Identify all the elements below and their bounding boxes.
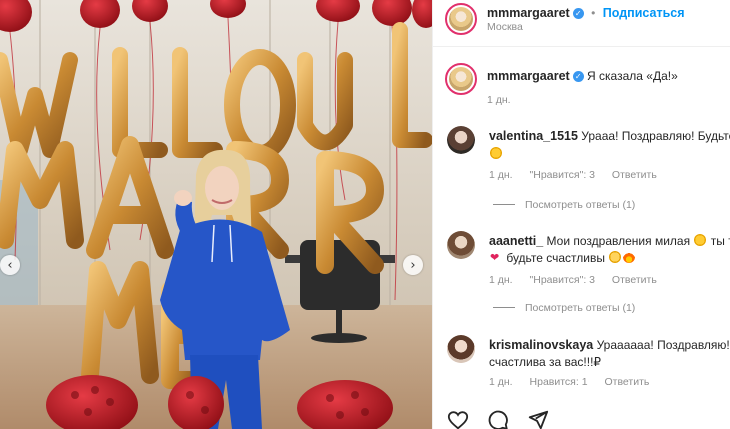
author-username[interactable]: mmmargaaret [487,6,570,20]
chevron-right-icon[interactable]: › [403,255,423,275]
comment-meta: 1 дн. "Нравится": 3 Ответить [489,274,671,286]
comment-meta: 1 дн. Нравится: 1 Ответить [489,376,663,388]
comment-time: 1 дн. [489,274,513,286]
comment-text: Урааа! Поздравляю! Будьте сча [581,129,730,143]
commenter-avatar[interactable] [447,231,475,259]
view-replies-button[interactable]: Посмотреть ответы (1) [493,199,635,211]
post-details-panel: mmmargaaret ✓ • Подписаться Москва mmmarg… [432,0,730,429]
pray-emoji-icon [609,251,622,263]
reply-button[interactable]: Ответить [604,376,649,388]
heart-icon[interactable] [447,409,469,429]
verified-badge-icon: ✓ [572,71,584,82]
share-icon[interactable] [527,409,549,429]
caption-text: Я сказала «Да!» [587,69,678,83]
verified-badge-icon: ✓ [572,8,584,19]
chevron-left-icon[interactable]: ‹ [0,255,20,275]
commenter-username[interactable]: aaanetti_ [489,234,543,248]
star-eyes-emoji-icon [490,147,502,159]
comment-time: 1 дн. [489,169,513,181]
comment-icon[interactable] [487,409,509,429]
dot-separator: • [591,6,596,20]
comment-text: Ураааааа! Поздравляю!!! [596,338,730,352]
comment-text: Мои поздравления милая [546,234,691,248]
post-action-bar [447,409,549,429]
follow-button[interactable]: Подписаться [603,6,685,20]
comment-text-tail: ты так [710,234,730,248]
comment-text-line2: будьте счастливы [506,251,605,265]
comment-likes[interactable]: "Нравится": 3 [530,274,595,286]
post-header: mmmargaaret ✓ • Подписаться Москва [433,0,730,47]
commenter-username[interactable]: krismalinovskaya [489,338,593,352]
commenter-avatar[interactable] [447,126,475,154]
star-eyes-emoji-icon [694,234,707,246]
comment-time: 1 дн. [489,376,513,388]
commenter-avatar[interactable] [447,335,475,363]
red-heart-emoji-icon [490,249,502,266]
author-avatar[interactable] [445,3,477,35]
comment-likes[interactable]: "Нравится": 3 [530,169,595,181]
post-photo: ‹ › [0,0,432,429]
caption-time: 1 дн. [487,94,511,106]
fire-emoji-icon [623,251,636,263]
comment-likes[interactable]: Нравится: 1 [530,376,588,388]
engagement-photo [0,0,432,429]
caption-username[interactable]: mmmargaaret [487,69,570,83]
post-location[interactable]: Москва [487,21,523,33]
reply-button[interactable]: Ответить [612,274,657,286]
comment-meta: 1 дн. "Нравится": 3 Ответить [489,169,671,181]
view-replies-button[interactable]: Посмотреть ответы (1) [493,302,635,314]
reply-button[interactable]: Ответить [612,169,657,181]
caption-avatar[interactable] [445,63,477,95]
comment-text-line2: счастлива за вас!!!₽ [489,355,602,369]
comment-emoji [489,145,503,163]
commenter-username[interactable]: valentina_1515 [489,129,578,143]
